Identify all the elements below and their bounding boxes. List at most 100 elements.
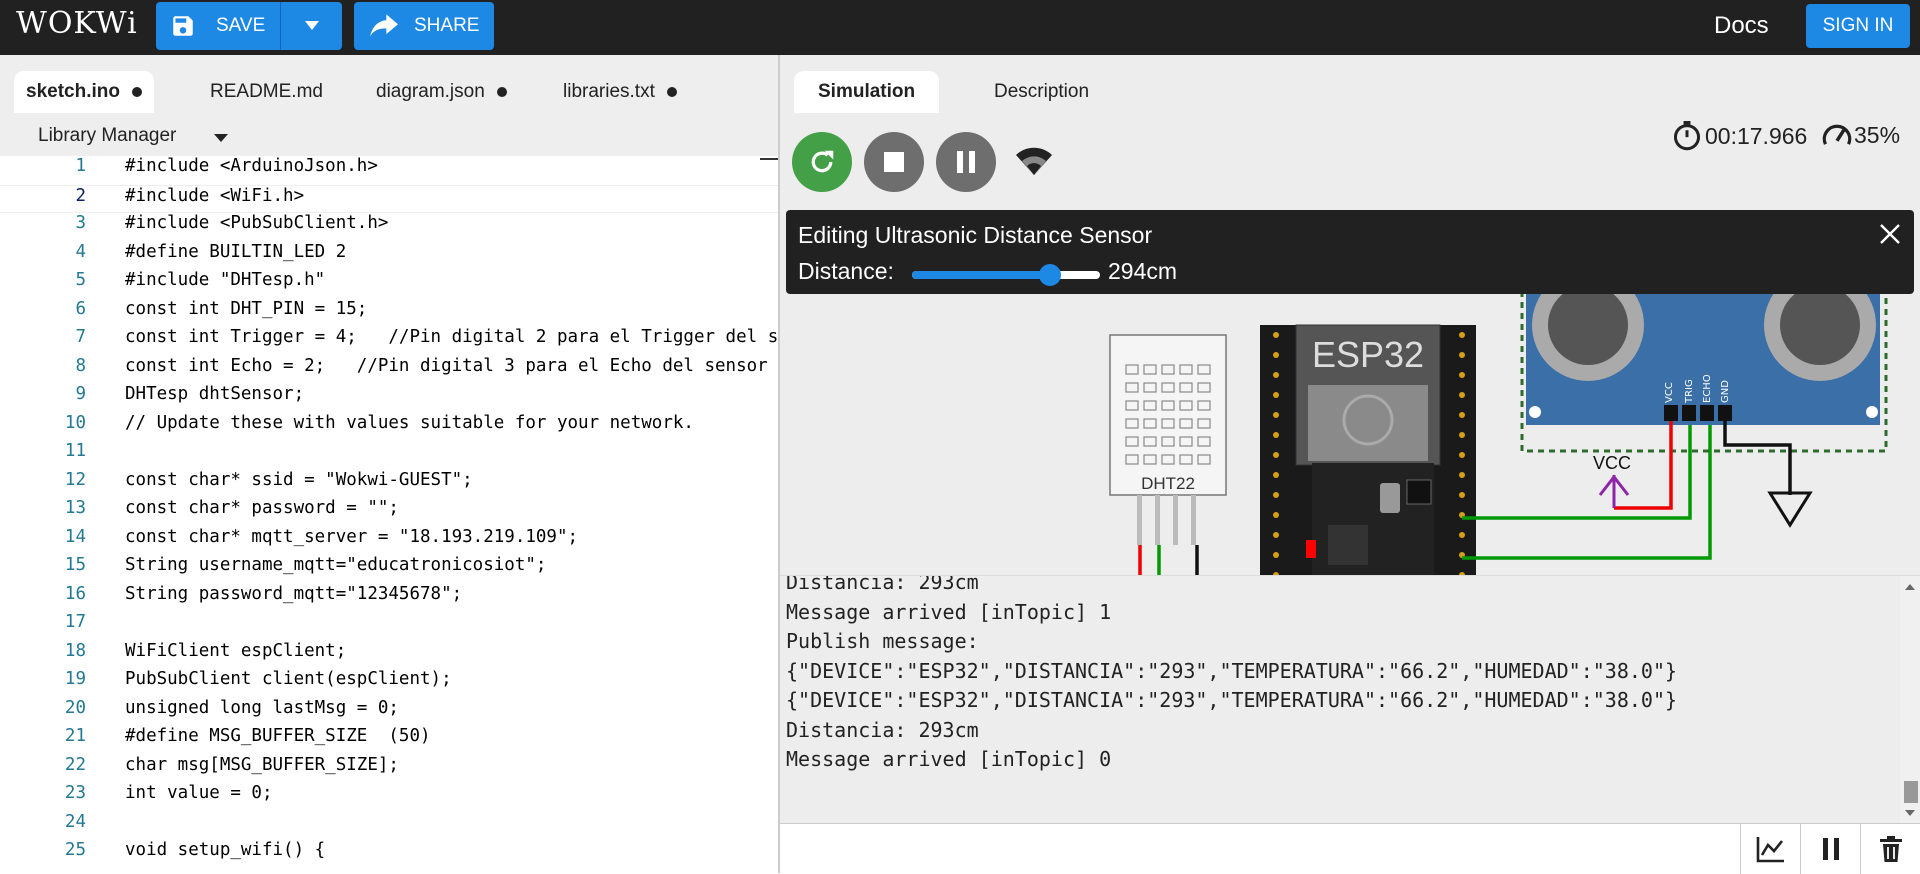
distance-slider-thumb[interactable] bbox=[1039, 264, 1062, 286]
clear-serial-button[interactable] bbox=[1860, 824, 1920, 874]
code-line[interactable]: 13 const char* password = ""; bbox=[0, 498, 780, 527]
stop-simulation-button[interactable] bbox=[864, 132, 924, 192]
plotter-button[interactable] bbox=[1740, 824, 1800, 874]
code-line[interactable]: 2 #include <WiFi.h> bbox=[0, 184, 780, 213]
tab-readme-md[interactable]: README.md bbox=[198, 71, 335, 113]
serial-scroll-thumb[interactable] bbox=[1904, 781, 1918, 803]
line-number: 5 bbox=[75, 270, 86, 290]
serial-input[interactable] bbox=[780, 824, 1740, 874]
code-text: const int Trigger = 4; //Pin digital 2 p… bbox=[125, 327, 780, 347]
code-line[interactable]: 8 const int Echo = 2; //Pin digital 3 par… bbox=[0, 356, 780, 385]
tab-label: README.md bbox=[210, 81, 323, 102]
code-line[interactable]: 10 // Update these with values suitable f… bbox=[0, 413, 780, 442]
code-line[interactable]: 12 const char* ssid = "Wokwi-GUEST"; bbox=[0, 470, 780, 499]
vcc-symbol-label: VCC bbox=[1593, 453, 1631, 473]
save-button-group: SAVE bbox=[156, 2, 342, 50]
serial-monitor[interactable]: Distancia: 293cm Message arrived [inTopic… bbox=[780, 575, 1920, 823]
code-line[interactable]: 11 bbox=[0, 441, 780, 470]
code-line[interactable]: 19 PubSubClient client(espClient); bbox=[0, 669, 780, 698]
restart-icon bbox=[811, 150, 834, 173]
editor-panel: sketch.ino README.md diagram.json librar… bbox=[0, 55, 780, 873]
save-options-dropdown[interactable] bbox=[281, 21, 342, 31]
code-text: char msg[MSG_BUFFER_SIZE]; bbox=[125, 754, 399, 775]
code-line[interactable]: 5 #include "DHTesp.h" bbox=[0, 270, 780, 299]
close-icon bbox=[1880, 224, 1900, 244]
pause-simulation-button[interactable] bbox=[936, 132, 996, 192]
line-number: 12 bbox=[64, 469, 86, 490]
code-editor[interactable]: 1 #include <ArduinoJson.h> 2 #include <WiFi… bbox=[0, 156, 780, 873]
serial-output-line: Distancia: 293cm bbox=[786, 575, 979, 594]
chart-line-icon bbox=[1756, 837, 1784, 863]
share-label: SHARE bbox=[414, 15, 480, 36]
code-line[interactable]: 14 const char* mqtt_server = "18.193.219.… bbox=[0, 527, 780, 556]
esp32-board[interactable]: ESP32 bbox=[1260, 324, 1476, 575]
code-text: WiFiClient espClient; bbox=[125, 640, 347, 661]
code-text: const int DHT_PIN = 15; bbox=[125, 298, 368, 319]
code-text: DHTesp dhtSensor; bbox=[125, 384, 305, 404]
code-line[interactable]: 9 DHTesp dhtSensor; bbox=[0, 384, 780, 413]
line-number: 20 bbox=[64, 697, 86, 718]
code-text: #define MSG_BUFFER_SIZE (50) bbox=[125, 726, 431, 746]
tab-diagram-json[interactable]: diagram.json bbox=[364, 71, 519, 113]
code-line[interactable]: 17 bbox=[0, 612, 780, 641]
line-number: 1 bbox=[75, 156, 86, 176]
code-line[interactable]: 18 WiFiClient espClient; bbox=[0, 641, 780, 670]
file-tab-bar: sketch.ino README.md diagram.json librar… bbox=[0, 55, 780, 156]
line-number: 21 bbox=[64, 726, 86, 746]
serial-output-line: Message arrived [inTopic] 1 bbox=[786, 599, 1112, 624]
code-line[interactable]: 3 #include <PubSubClient.h> bbox=[0, 213, 780, 242]
code-line[interactable]: 7 const int Trigger = 4; //Pin digital 2 … bbox=[0, 327, 780, 356]
tab-sketch-ino[interactable]: sketch.ino bbox=[14, 71, 154, 113]
distance-slider[interactable] bbox=[912, 264, 1100, 286]
sign-in-button[interactable]: SIGN IN bbox=[1806, 4, 1910, 48]
line-number: 9 bbox=[75, 384, 86, 404]
code-line[interactable]: 4 #define BUILTIN_LED 2 bbox=[0, 242, 780, 271]
code-line[interactable]: 21 #define MSG_BUFFER_SIZE (50) bbox=[0, 726, 780, 755]
code-line[interactable]: 15 String username_mqtt="educatronicosiot… bbox=[0, 555, 780, 584]
code-line[interactable]: 22 char msg[MSG_BUFFER_SIZE]; bbox=[0, 755, 780, 784]
code-text: const char* password = ""; bbox=[125, 498, 399, 518]
pin-label-gnd: GND bbox=[1720, 380, 1731, 403]
serial-output-line: {"DEVICE":"ESP32","DISTANCIA":"293","TEM… bbox=[786, 658, 1678, 683]
library-manager-tab[interactable]: Library Manager bbox=[38, 125, 176, 147]
tab-simulation[interactable]: Simulation bbox=[794, 71, 940, 113]
save-label: SAVE bbox=[216, 15, 266, 36]
code-text: #include <PubSubClient.h> bbox=[125, 213, 389, 233]
esp32-label: ESP32 bbox=[1312, 334, 1424, 375]
line-number: 2 bbox=[75, 185, 86, 206]
serial-output-line: Message arrived [inTopic] 0 bbox=[786, 747, 1112, 771]
restart-simulation-button[interactable] bbox=[792, 132, 852, 192]
tab-label: sketch.ino bbox=[26, 81, 120, 102]
speedometer-icon bbox=[1822, 124, 1852, 145]
tab-description[interactable]: Description bbox=[970, 71, 1113, 113]
docs-link[interactable]: Docs bbox=[1714, 12, 1769, 40]
serial-input-bar bbox=[780, 823, 1920, 874]
editor-scroll-marker bbox=[760, 158, 780, 160]
more-tabs-dropdown[interactable] bbox=[214, 130, 228, 148]
line-number: 14 bbox=[64, 526, 86, 547]
code-line[interactable]: 24 bbox=[0, 812, 780, 841]
pause-serial-button[interactable] bbox=[1800, 824, 1860, 874]
code-line[interactable]: 6 const int DHT_PIN = 15; bbox=[0, 299, 780, 328]
close-popup-button[interactable] bbox=[1878, 222, 1902, 251]
tab-libraries-txt[interactable]: libraries.txt bbox=[551, 71, 689, 113]
code-line[interactable]: 16 String password_mqtt="12345678"; bbox=[0, 584, 780, 613]
code-line[interactable]: 25 void setup_wifi() { bbox=[0, 840, 780, 869]
pause-icon bbox=[957, 151, 975, 173]
save-button[interactable]: SAVE bbox=[156, 2, 280, 50]
dht22-sensor[interactable]: DHT22 bbox=[1109, 334, 1227, 545]
pin-label-vcc: VCC bbox=[1664, 382, 1675, 403]
tab-label: libraries.txt bbox=[563, 81, 655, 102]
code-line[interactable]: 20 unsigned long lastMsg = 0; bbox=[0, 698, 780, 727]
wokwi-logo[interactable]: WOKWi bbox=[16, 6, 138, 41]
code-text: #include <ArduinoJson.h> bbox=[125, 156, 378, 176]
line-number: 10 bbox=[64, 412, 86, 433]
wifi-status-icon[interactable] bbox=[1016, 147, 1052, 180]
floppy-disk-icon bbox=[173, 16, 193, 36]
serial-output-line: {"DEVICE":"ESP32","DISTANCIA":"293","TEM… bbox=[786, 688, 1678, 712]
share-button[interactable]: SHARE bbox=[354, 2, 494, 50]
speed-value: 35% bbox=[1854, 121, 1901, 148]
code-line[interactable]: 1 #include <ArduinoJson.h> bbox=[0, 156, 780, 185]
caret-down-icon bbox=[214, 134, 228, 142]
code-line[interactable]: 23 int value = 0; bbox=[0, 783, 780, 812]
